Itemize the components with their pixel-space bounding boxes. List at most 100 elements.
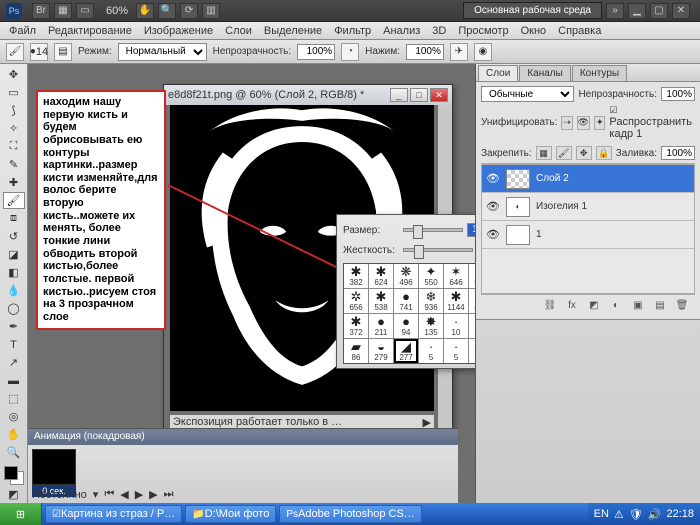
layer-name[interactable]: Слой 2: [536, 173, 569, 184]
opacity-pressure-icon[interactable]: ◔: [341, 43, 359, 61]
dodge-tool[interactable]: ◯: [3, 300, 25, 317]
brush-preset-cell[interactable]: ◒279: [369, 339, 393, 363]
tool-preset-icon[interactable]: 🖌: [6, 43, 24, 61]
maximize-button[interactable]: ▢: [650, 3, 668, 19]
opacity-input[interactable]: [297, 44, 335, 60]
group-icon[interactable]: ▣: [630, 298, 646, 312]
brush-preset-cell[interactable]: ✱173: [469, 314, 475, 338]
lock-pixels-icon[interactable]: 🖌: [556, 146, 572, 160]
menu-help[interactable]: Справка: [553, 25, 606, 37]
wand-tool[interactable]: ✧: [3, 120, 25, 137]
new-layer-icon[interactable]: ▤: [652, 298, 668, 312]
adjustment-layer-icon[interactable]: ◐: [608, 298, 624, 312]
visibility-icon[interactable]: 👁: [486, 172, 500, 186]
brush-panel-toggle[interactable]: ▤: [54, 43, 72, 61]
menu-select[interactable]: Выделение: [259, 25, 327, 37]
minimize-button[interactable]: ▁: [628, 3, 646, 19]
brush-preset-cell[interactable]: ✶646: [444, 264, 468, 288]
doc-close-button[interactable]: ✕: [430, 88, 448, 102]
3d-tool[interactable]: ⬚: [3, 390, 25, 407]
history-brush-tool[interactable]: ↺: [3, 228, 25, 245]
tray-icon[interactable]: 🛡: [629, 508, 643, 521]
menu-window[interactable]: Окно: [516, 25, 552, 37]
move-tool[interactable]: ✥: [3, 66, 25, 83]
layer-opacity-input[interactable]: [661, 87, 695, 101]
crop-tool[interactable]: ⛶: [3, 138, 25, 155]
menu-3d[interactable]: 3D: [427, 25, 451, 37]
brush-preset-cell[interactable]: ✦550: [419, 264, 443, 288]
taskbar-item[interactable]: 📁 D:\Мои фото: [185, 505, 276, 523]
brush-preset-cell[interactable]: ✱928: [469, 264, 475, 288]
brush-preset-cell[interactable]: ●211: [369, 314, 393, 338]
menu-view[interactable]: Просмотр: [453, 25, 513, 37]
arrange-button[interactable]: ▥: [202, 3, 220, 19]
brush-preset-cell[interactable]: ❋496: [394, 264, 418, 288]
path-tool[interactable]: ↗: [3, 354, 25, 371]
stamp-tool[interactable]: ⧈: [3, 210, 25, 227]
launch-bridge-button[interactable]: Br: [32, 3, 50, 19]
marquee-tool[interactable]: ▭: [3, 84, 25, 101]
unify-visibility-icon[interactable]: 👁: [577, 116, 590, 130]
unify-position-icon[interactable]: ⇢: [561, 116, 572, 130]
hand-tool[interactable]: ✋: [3, 426, 25, 443]
lock-all-icon[interactable]: 🔒: [596, 146, 612, 160]
layer-row[interactable]: 👁 Слой 2: [482, 165, 694, 193]
shape-tool[interactable]: ▬: [3, 372, 25, 389]
workspace-switcher[interactable]: Основная рабочая среда: [463, 2, 602, 19]
tab-layers[interactable]: Слои: [478, 65, 518, 81]
close-app-button[interactable]: ✕: [672, 3, 690, 19]
eraser-tool[interactable]: ◪: [3, 246, 25, 263]
menu-edit[interactable]: Редактирование: [43, 25, 137, 37]
gradient-tool[interactable]: ◧: [3, 264, 25, 281]
layer-thumb[interactable]: [506, 169, 530, 189]
system-tray[interactable]: EN ⚠ 🛡 🔊 22:18: [588, 503, 700, 525]
layer-name[interactable]: Изогелия 1: [536, 201, 587, 212]
unify-style-icon[interactable]: ✦: [594, 116, 605, 130]
pen-tool[interactable]: ✒: [3, 318, 25, 335]
blur-tool[interactable]: 💧: [3, 282, 25, 299]
airbrush-icon[interactable]: ✈: [450, 43, 468, 61]
brush-preset-cell[interactable]: ✱624: [369, 264, 393, 288]
brush-preset-cell[interactable]: ◢277: [394, 339, 418, 363]
screen-mode-button[interactable]: ▭: [76, 3, 94, 19]
brush-preset-cell[interactable]: ·5: [419, 339, 443, 363]
lasso-tool[interactable]: ⟆: [3, 102, 25, 119]
zoom-tool[interactable]: 🔍: [3, 444, 25, 461]
layer-name[interactable]: 1: [536, 229, 542, 240]
brush-preset-cell[interactable]: ·5: [444, 339, 468, 363]
tray-clock[interactable]: 22:18: [666, 508, 694, 520]
zoom-tool-button[interactable]: 🔍: [158, 3, 176, 19]
brush-preset-cell[interactable]: ●94: [394, 314, 418, 338]
brush-preset-cell[interactable]: ✱538: [369, 289, 393, 313]
menu-filter[interactable]: Фильтр: [329, 25, 376, 37]
brush-preset-cell[interactable]: ●741: [394, 289, 418, 313]
layer-style-icon[interactable]: fx: [564, 298, 580, 312]
taskbar-item[interactable]: ☑ Картина из страз / Р…: [45, 505, 182, 523]
zoom-level[interactable]: 60%: [106, 5, 128, 17]
layer-thumb[interactable]: [506, 225, 530, 245]
tab-paths[interactable]: Контуры: [572, 65, 627, 81]
quickmask-tool[interactable]: ◩: [3, 486, 25, 503]
brush-preset-cell[interactable]: ✱372: [344, 314, 368, 338]
play-button[interactable]: ▶: [135, 488, 143, 501]
layer-row[interactable]: 👁 1: [482, 221, 694, 249]
brush-preset-cell[interactable]: ▰86: [344, 339, 368, 363]
menu-layer[interactable]: Слои: [220, 25, 257, 37]
3d-camera-tool[interactable]: ◎: [3, 408, 25, 425]
loop-select[interactable]: Постоянно: [32, 489, 87, 501]
flow-input[interactable]: [406, 44, 444, 60]
lock-position-icon[interactable]: ✥: [576, 146, 592, 160]
healing-tool[interactable]: ✚: [3, 174, 25, 191]
tray-icon[interactable]: 🔊: [648, 508, 662, 521]
layer-thumb[interactable]: ◐: [506, 197, 530, 217]
first-frame-button[interactable]: ⏮: [104, 488, 114, 501]
menu-image[interactable]: Изображение: [139, 25, 218, 37]
menu-analysis[interactable]: Анализ: [378, 25, 425, 37]
prev-frame-button[interactable]: ◀: [120, 488, 128, 501]
brush-preset-cell[interactable]: ✲656: [344, 289, 368, 313]
blend-mode-select[interactable]: Нормальный: [118, 43, 207, 61]
brush-hardness-slider[interactable]: [403, 248, 473, 252]
brush-preset-cell[interactable]: ✱1144: [444, 289, 468, 313]
menu-file[interactable]: Файл: [4, 25, 41, 37]
layer-mask-icon[interactable]: ◩: [586, 298, 602, 312]
